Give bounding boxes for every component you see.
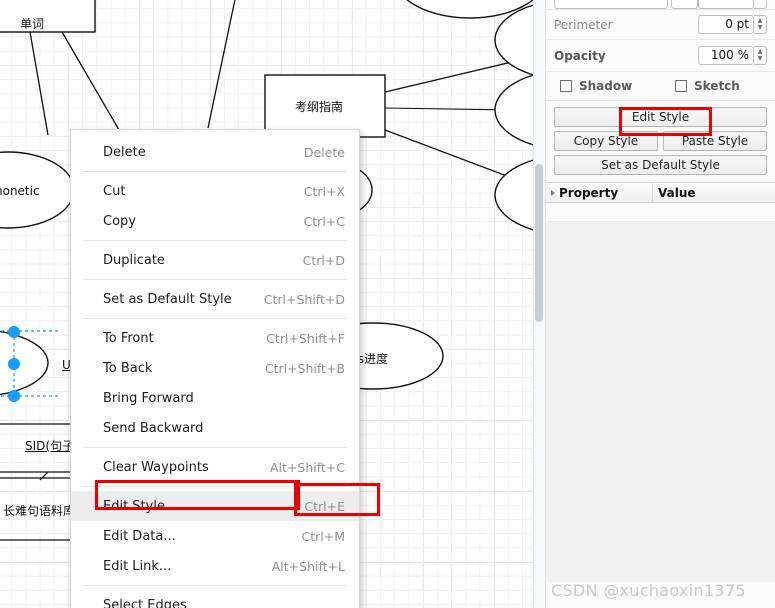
selection-handle[interactable] (8, 326, 20, 338)
menu-label: Select Edges (103, 597, 187, 608)
default-style-row: Set as Default Style (546, 155, 775, 182)
menu-label: To Back (103, 360, 153, 376)
menu-separator (83, 171, 347, 172)
property-column-label: Property (559, 185, 619, 200)
shape-selected-ellipse[interactable] (0, 330, 49, 396)
menu-shortcut: Alt+Shift+C (269, 459, 345, 475)
menu-item-to-back[interactable]: To Back Ctrl+Shift+B (71, 353, 359, 383)
shadow-label: Shadow (579, 79, 633, 93)
copy-style-button[interactable]: Copy Style (554, 131, 658, 151)
menu-shortcut: Ctrl+D (302, 252, 345, 268)
node-label-phonetic: honetic (0, 184, 40, 198)
property-table-header: Property Value (546, 182, 775, 203)
opacity-label: Opacity (554, 48, 606, 63)
menu-item-edit-style[interactable]: Edit Style... Ctrl+E (71, 491, 359, 521)
menu-shortcut: Ctrl+Shift+F (266, 330, 345, 346)
menu-label: Delete (103, 144, 146, 160)
expand-triangle-icon[interactable] (551, 189, 555, 196)
edit-style-button[interactable]: Edit Style (554, 107, 767, 127)
menu-label: Copy (103, 213, 136, 229)
panel-row-opacity: Opacity 100 % ▲ ▼ (546, 40, 775, 72)
spinner-down-icon[interactable]: ▼ (758, 56, 763, 63)
sketch-label: Sketch (694, 79, 740, 93)
spinner-down-icon[interactable]: ▼ (758, 25, 763, 32)
menu-label: Edit Style... (103, 498, 178, 514)
menu-shortcut: Ctrl+E (304, 498, 345, 514)
context-menu[interactable]: Delete Delete Cut Ctrl+X Copy Ctrl+C Dup… (70, 129, 360, 608)
set-as-default-style-button[interactable]: Set as Default Style (554, 155, 767, 175)
menu-item-clear-waypoints[interactable]: Clear Waypoints Alt+Shift+C (71, 452, 359, 482)
menu-label: Set as Default Style (103, 291, 232, 307)
selection-handle[interactable] (8, 390, 20, 402)
menu-label: Send Backward (103, 420, 204, 436)
menu-item-send-backward[interactable]: Send Backward (71, 413, 359, 443)
menu-separator (83, 279, 347, 280)
menu-item-bring-forward[interactable]: Bring Forward (71, 383, 359, 413)
shadow-checkbox-row[interactable]: Shadow (560, 79, 675, 93)
menu-label: Bring Forward (103, 390, 194, 406)
menu-separator (83, 240, 347, 241)
menu-shortcut: Ctrl+M (301, 528, 346, 544)
menu-item-delete[interactable]: Delete Delete (71, 137, 359, 167)
canvas-scrollbar-thumb[interactable] (535, 164, 543, 322)
menu-shortcut: Alt+Shift+L (271, 558, 345, 574)
menu-item-duplicate[interactable]: Duplicate Ctrl+D (71, 245, 359, 275)
sketch-checkbox-row[interactable]: Sketch (675, 79, 740, 93)
edit-style-button-row: Edit Style (546, 107, 775, 127)
perimeter-input[interactable]: 0 pt (698, 15, 754, 34)
paste-style-button[interactable]: Paste Style (663, 131, 767, 151)
menu-item-to-front[interactable]: To Front Ctrl+Shift+F (71, 323, 359, 353)
selection-handle[interactable] (8, 358, 20, 370)
node-label-sid: SID(句子 (25, 439, 75, 453)
copy-paste-style-row: Copy Style Paste Style (546, 131, 775, 151)
perimeter-spinner[interactable]: ▲ ▼ (754, 15, 767, 34)
property-column-header[interactable]: Property (546, 183, 653, 202)
menu-item-edit-data[interactable]: Edit Data... Ctrl+M (71, 521, 359, 551)
menu-label: Duplicate (103, 252, 165, 268)
opacity-input[interactable]: 100 % (698, 46, 754, 65)
sketch-checkbox[interactable] (675, 80, 687, 92)
opacity-spinner[interactable]: ▲ ▼ (754, 46, 767, 65)
menu-shortcut: Delete (303, 144, 345, 160)
panel-row-perimeter: Perimeter 0 pt ▲ ▼ (546, 10, 775, 40)
node-label-word: 单词 (20, 17, 45, 31)
value-column-label: Value (658, 185, 696, 200)
node-label-corpus: 长难句语料库 (3, 504, 76, 518)
app-window: 单词 考纲指南 honetic gress进度 U SID(句子 长难句语料库 … (0, 0, 775, 608)
menu-separator (83, 318, 347, 319)
menu-item-set-as-default-style[interactable]: Set as Default Style Ctrl+Shift+D (71, 284, 359, 314)
menu-label: Edit Link... (103, 558, 172, 574)
menu-shortcut: Ctrl+Shift+D (263, 291, 345, 307)
property-table-body[interactable] (546, 203, 775, 222)
menu-shortcut: Ctrl+X (303, 183, 345, 199)
panel-row-effects: Shadow Sketch (546, 72, 775, 101)
node-label-exam-guide: 考纲指南 (295, 100, 344, 114)
menu-separator (83, 486, 347, 487)
perimeter-label: Perimeter (554, 17, 613, 32)
menu-item-copy[interactable]: Copy Ctrl+C (71, 206, 359, 236)
menu-label: To Front (103, 330, 154, 346)
menu-item-cut[interactable]: Cut Ctrl+X (71, 176, 359, 206)
panel-empty-area (546, 222, 775, 582)
menu-shortcut: Ctrl+C (303, 213, 345, 229)
menu-separator (83, 447, 347, 448)
shadow-checkbox[interactable] (560, 80, 572, 92)
menu-item-select-edges[interactable]: Select Edges (71, 590, 359, 608)
menu-label: Edit Data... (103, 528, 176, 544)
menu-item-edit-link[interactable]: Edit Link... Alt+Shift+L (71, 551, 359, 581)
menu-label: Clear Waypoints (103, 459, 209, 475)
value-column-header[interactable]: Value (653, 183, 775, 202)
shape-word-box[interactable] (0, 0, 96, 33)
menu-separator (83, 585, 347, 586)
watermark: CSDN @xuchaoxin1375 (551, 581, 746, 600)
menu-shortcut: Ctrl+Shift+B (264, 360, 345, 376)
menu-label: Cut (103, 183, 126, 199)
panel-row-clipped (546, 0, 775, 10)
format-panel: Perimeter 0 pt ▲ ▼ Opacity 100 % ▲ ▼ Sha… (546, 0, 775, 608)
